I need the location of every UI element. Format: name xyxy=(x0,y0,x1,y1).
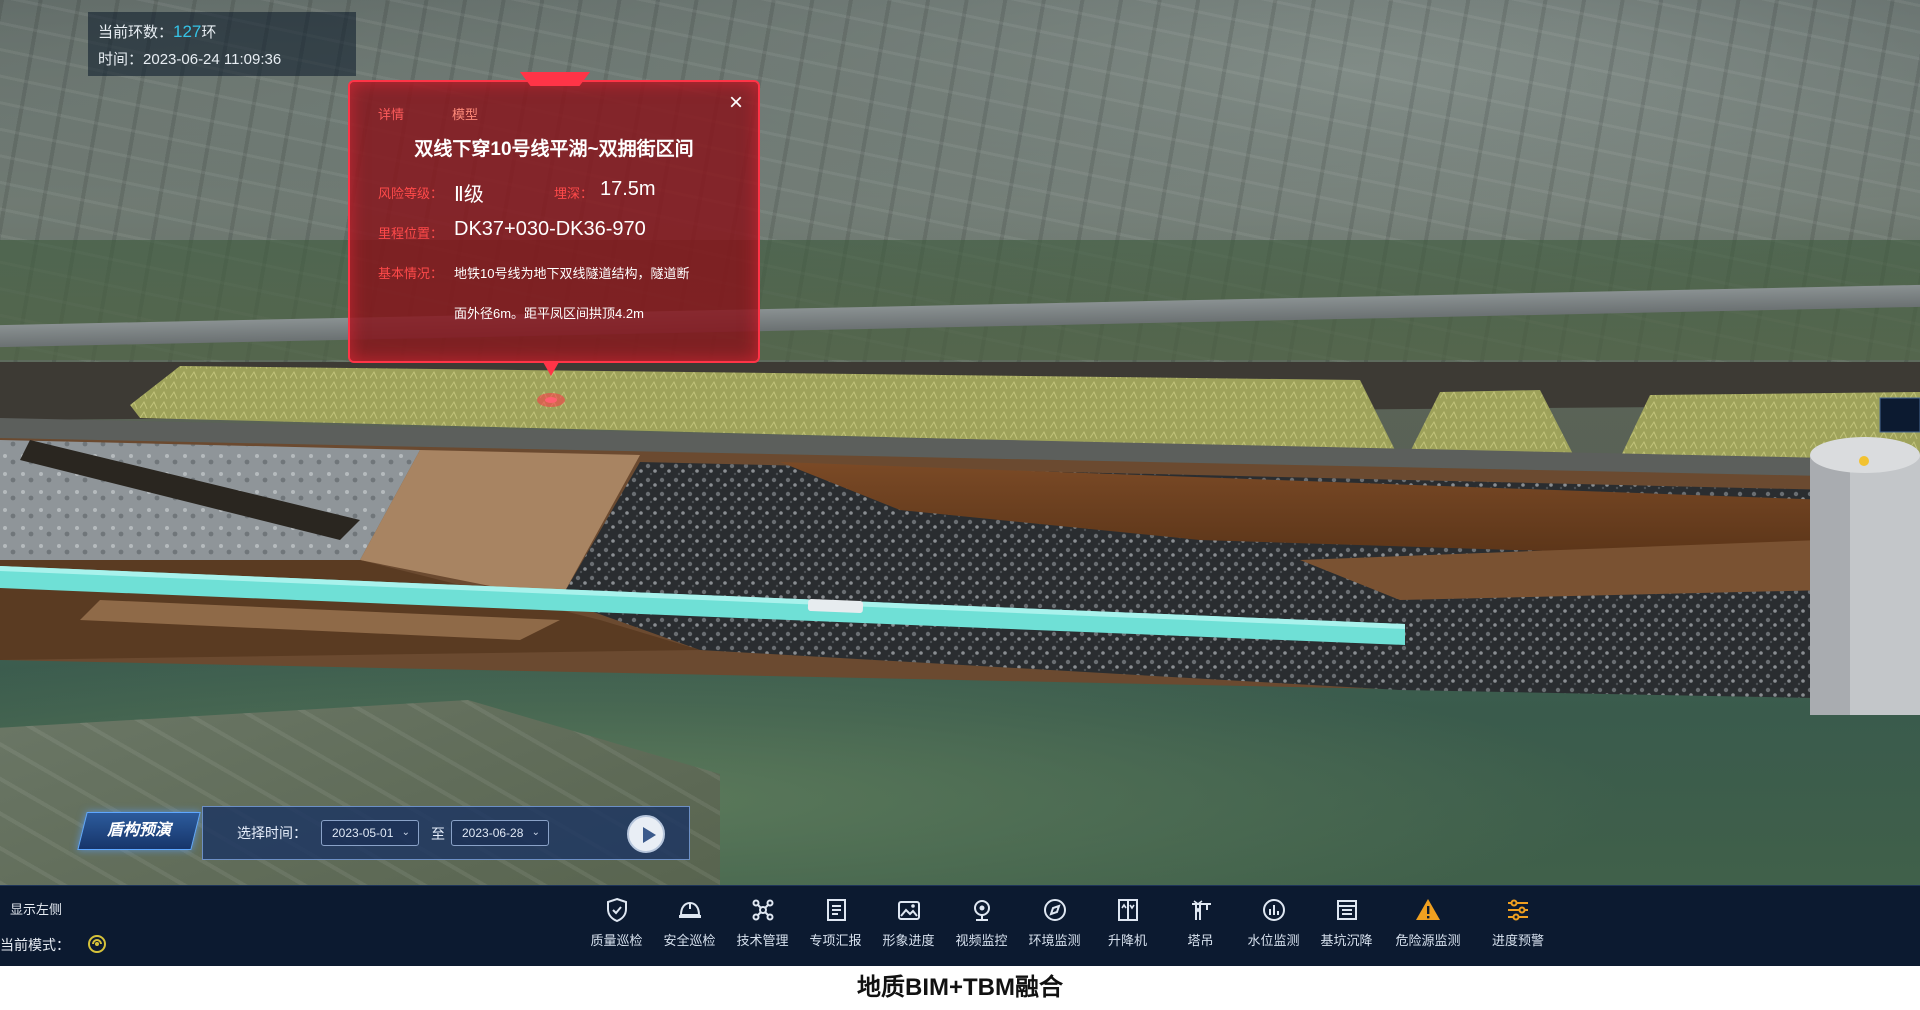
play-button[interactable] xyxy=(627,815,665,853)
compass-icon xyxy=(1041,896,1069,924)
ring-label: 当前环数： xyxy=(98,24,174,41)
tool-label: 进度预警 xyxy=(1491,933,1544,948)
timestamp: 时间：2023-06-24 11:09:36 xyxy=(98,46,346,74)
report-icon xyxy=(822,896,850,924)
date-separator: 至 xyxy=(431,826,445,842)
chevron-down-icon: ⌄ xyxy=(531,827,540,838)
tool-label: 危险源监测 xyxy=(1395,933,1461,948)
warning-icon xyxy=(1414,896,1442,924)
risk-detail-popup: 详情 模型 × 双线下穿10号线平湖~双拥街区间 风险等级： Ⅱ级 埋深： 17… xyxy=(348,72,760,363)
start-date-value: 2023-05-01 xyxy=(332,826,394,840)
location-pin-icon[interactable] xyxy=(536,362,566,412)
tool-special-report[interactable]: 专项汇报 xyxy=(799,894,872,960)
tool-progress-warning[interactable]: 进度预警 xyxy=(1473,894,1563,960)
time-range-panel: 选择时间： 2023-05-01 ⌄ 至 2023-06-28 ⌄ xyxy=(202,806,690,860)
mode-switch-icon[interactable] xyxy=(86,933,108,955)
tool-quality-inspection[interactable]: 质量巡检 xyxy=(580,894,653,960)
shield-check-icon xyxy=(603,896,631,924)
module-toolbar: 质量巡检 安全巡检 技术管理 专项汇报 形象进度 视频监控 环境监测 升降机 塔… xyxy=(580,894,1563,960)
chevron-down-icon: ⌄ xyxy=(401,827,410,838)
tool-water-level[interactable]: 水位监测 xyxy=(1237,894,1310,960)
tool-label: 水位监测 xyxy=(1247,933,1300,948)
tool-elevator[interactable]: 升降机 xyxy=(1091,894,1164,960)
tower-crane-icon xyxy=(1187,896,1215,924)
tool-video-monitor[interactable]: 视频监控 xyxy=(945,894,1018,960)
tab-model[interactable]: 模型 xyxy=(452,104,478,123)
tool-label: 质量巡检 xyxy=(590,933,643,948)
water-level-icon xyxy=(1260,896,1288,924)
figure-caption: 地质BIM+TBM融合 xyxy=(857,974,1063,1001)
ring-value: 127 xyxy=(173,22,202,41)
time-range-label: 选择时间： xyxy=(237,825,307,841)
mileage-value: DK37+030-DK36-970 xyxy=(454,218,646,240)
show-left-toggle[interactable]: 显示左侧 xyxy=(10,899,62,918)
mileage-label: 里程位置： xyxy=(378,226,444,241)
popup-notch xyxy=(520,72,590,86)
tool-label: 环境监测 xyxy=(1028,933,1081,948)
map-3d-viewport[interactable] xyxy=(0,0,1920,885)
depth-label: 埋深： xyxy=(554,186,594,201)
tool-pit-settlement[interactable]: 基坑沉降 xyxy=(1310,894,1383,960)
tool-tech-management[interactable]: 技术管理 xyxy=(726,894,799,960)
tool-label: 塔吊 xyxy=(1187,933,1214,948)
shield-preview-label: 盾构预演 xyxy=(106,822,171,839)
geology-bim-model[interactable] xyxy=(0,0,1920,885)
tool-label: 视频监控 xyxy=(955,933,1008,948)
risk-level-value: Ⅱ级 xyxy=(454,184,484,206)
end-date-value: 2023-06-28 xyxy=(462,826,524,840)
close-icon[interactable]: × xyxy=(724,91,748,116)
sliders-icon xyxy=(1504,896,1532,924)
risk-level-label: 风险等级： xyxy=(378,186,444,201)
start-date-select[interactable]: 2023-05-01 ⌄ xyxy=(321,820,419,846)
depth-value: 17.5m xyxy=(600,178,656,200)
time-label: 时间： xyxy=(98,51,144,68)
tool-environment-monitor[interactable]: 环境监测 xyxy=(1018,894,1091,960)
tool-label: 升降机 xyxy=(1107,933,1147,948)
current-mode-label: 当前模式： xyxy=(0,937,70,953)
tool-label: 安全巡检 xyxy=(663,933,716,948)
tool-safety-inspection[interactable]: 安全巡检 xyxy=(653,894,726,960)
tool-label: 基坑沉降 xyxy=(1320,933,1373,948)
tool-label: 形象进度 xyxy=(882,933,935,948)
tool-label: 专项汇报 xyxy=(809,933,862,948)
image-progress-icon xyxy=(895,896,923,924)
basic-info-label: 基本情况： xyxy=(378,266,444,281)
basic-info-line-2: 面外径6m。距平凤区间拱顶4.2m xyxy=(454,306,644,321)
tool-hazard-monitor[interactable]: 危险源监测 xyxy=(1383,894,1473,960)
tool-tower-crane[interactable]: 塔吊 xyxy=(1164,894,1237,960)
popup-title: 双线下穿10号线平湖~双拥街区间 xyxy=(414,139,694,160)
camera-icon xyxy=(968,896,996,924)
network-icon xyxy=(749,896,777,924)
status-info-panel: 当前环数：127环 时间：2023-06-24 11:09:36 xyxy=(88,12,356,76)
tbm-machine xyxy=(807,599,864,614)
time-value: 2023-06-24 11:09:36 xyxy=(143,51,282,68)
ring-count: 当前环数：127环 xyxy=(98,18,346,46)
settlement-icon xyxy=(1333,896,1361,924)
basic-info-line-1: 地铁10号线为地下双线隧道结构，隧道断 xyxy=(454,266,690,281)
ring-unit: 环 xyxy=(201,24,217,41)
tab-detail[interactable]: 详情 xyxy=(378,104,404,123)
elevator-icon xyxy=(1114,896,1142,924)
end-date-select[interactable]: 2023-06-28 ⌄ xyxy=(451,820,549,846)
bottom-toolbar: 显示左侧 当前模式： 质量巡检 安全巡检 技术管理 专项汇报 形象进度 视频监控… xyxy=(0,885,1920,966)
tool-image-progress[interactable]: 形象进度 xyxy=(872,894,945,960)
tool-label: 技术管理 xyxy=(736,933,789,948)
shield-preview-button[interactable]: 盾构预演 xyxy=(77,812,201,850)
helmet-icon xyxy=(676,896,704,924)
